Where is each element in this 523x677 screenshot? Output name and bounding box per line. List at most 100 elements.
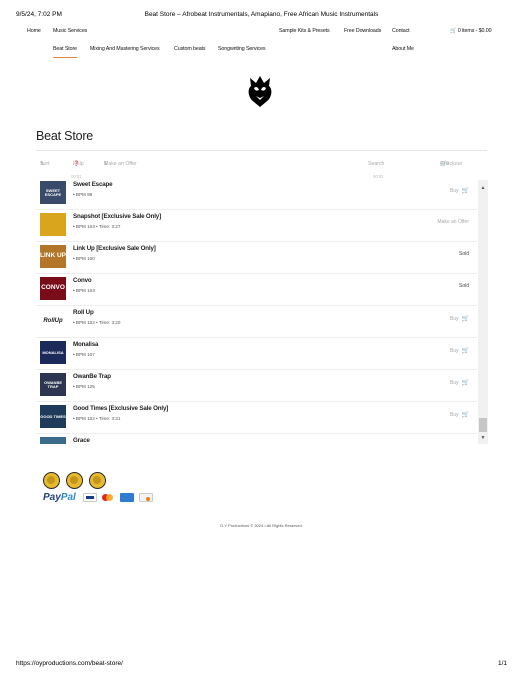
track-title[interactable]: Monalisa bbox=[73, 341, 98, 348]
buy-button[interactable]: Buy 🛒 bbox=[450, 379, 469, 386]
make-offer-label: Make an Offer bbox=[104, 161, 137, 167]
beat-player: ⇅ Sort ❓ Help $ Make an Offer Search 🛒 C… bbox=[36, 158, 488, 444]
visa-card-icon bbox=[83, 493, 97, 502]
track-meta: • BPM 102 • Time: 3:20 bbox=[73, 320, 121, 325]
track-list: SWEET ESCAPE Sweet Escape • BPM 99 Buy 🛒 Snap… bbox=[36, 180, 477, 444]
track-meta: • BPM 102 • Time: 3:31 bbox=[73, 416, 121, 421]
track-title[interactable]: Grace bbox=[73, 437, 90, 444]
nav-cart[interactable]: 🛒 0 items - $0.00 bbox=[450, 28, 492, 34]
track-meta: • BPM 103 bbox=[73, 288, 95, 293]
buy-button[interactable]: Buy 🛒 bbox=[450, 347, 469, 354]
secure-payment-seal-icon bbox=[66, 472, 83, 489]
track-cover-art[interactable]: LINK UP bbox=[40, 245, 66, 268]
mastercard-icon bbox=[101, 493, 115, 502]
payment-badges: PayPal bbox=[43, 472, 173, 506]
footer-copyright: O.Y Productions © 2024 • All Rights Rese… bbox=[220, 523, 303, 528]
track-row[interactable]: SWEET ESCAPE Sweet Escape • BPM 99 Buy 🛒 bbox=[36, 180, 477, 210]
make-offer-button[interactable]: Make an Offer bbox=[437, 219, 469, 225]
security-seal-icon bbox=[43, 472, 60, 489]
scrollbar-thumb[interactable] bbox=[479, 418, 487, 432]
nav-beat-store[interactable]: Beat Store bbox=[53, 46, 77, 58]
nav-music-services[interactable]: Music Services bbox=[53, 28, 87, 34]
track-cover-art[interactable]: RollUp bbox=[40, 309, 66, 332]
track-title[interactable]: Link Up [Exclusive Sale Only] bbox=[73, 245, 156, 252]
logo-mark-icon bbox=[248, 76, 272, 107]
track-row[interactable]: LINK UP Link Up [Exclusive Sale Only] • BP… bbox=[36, 242, 477, 274]
search-input[interactable]: Search bbox=[368, 161, 384, 167]
sub-nav: Beat Store Mixing And Mastering Services… bbox=[27, 46, 496, 60]
buy-button[interactable]: Buy 🛒 bbox=[450, 315, 469, 322]
help-label: Help bbox=[73, 161, 84, 167]
print-page-number: 1/1 bbox=[497, 660, 507, 667]
print-footer: https://oyproductions.com/beat-store/ 1/… bbox=[16, 660, 507, 670]
cart-icon: 🛒 bbox=[461, 316, 469, 322]
cart-icon: 🛒 bbox=[461, 412, 469, 418]
cart-icon: 🛒 bbox=[461, 348, 469, 354]
track-cover-art[interactable]: MONALISA bbox=[40, 341, 66, 364]
track-title[interactable]: Good Times [Exclusive Sale Only] bbox=[73, 405, 168, 412]
nav-about[interactable]: About Me bbox=[392, 46, 414, 52]
cart-icon: 🛒 bbox=[450, 28, 457, 34]
nav-cart-label: 0 items - $0.00 bbox=[457, 28, 492, 34]
sort-label: Sort bbox=[40, 161, 50, 167]
nav-mixing-mastering[interactable]: Mixing And Mastering Services bbox=[90, 46, 160, 52]
track-action-label: Buy bbox=[449, 380, 459, 386]
track-title[interactable]: OwanBe Trap bbox=[73, 373, 111, 380]
track-action-label: Buy bbox=[449, 412, 459, 418]
discover-card-icon bbox=[139, 493, 153, 502]
track-meta: • BPM 100 bbox=[73, 256, 95, 261]
track-action-label: Sold bbox=[458, 283, 469, 289]
sold-label: Sold bbox=[459, 283, 469, 289]
track-list-scrollbar[interactable]: ▲ ▼ bbox=[478, 180, 488, 444]
track-row[interactable]: Snapshot [Exclusive Sale Only] • BPM 103 … bbox=[36, 210, 477, 242]
checkout-label: Checkout bbox=[440, 161, 462, 167]
time-start: 00:01 bbox=[71, 174, 82, 179]
nav-free-downloads[interactable]: Free Downloads bbox=[344, 28, 381, 34]
page-title: Beat Store bbox=[36, 129, 94, 143]
player-toolbar: ⇅ Sort ❓ Help $ Make an Offer Search 🛒 C… bbox=[40, 161, 488, 171]
amex-card-icon bbox=[120, 493, 134, 502]
cart-icon: 🛒 bbox=[461, 380, 469, 386]
track-title[interactable]: Roll Up bbox=[73, 309, 94, 316]
track-meta: • BPM 125 bbox=[73, 384, 95, 389]
track-row[interactable]: GOOD TIMES Good Times [Exclusive Sale Onl… bbox=[36, 402, 477, 434]
track-action-label: Make an Offer bbox=[437, 219, 469, 225]
buy-button[interactable]: Buy 🛒 bbox=[450, 411, 469, 418]
track-cover-art[interactable] bbox=[40, 213, 66, 236]
track-cover-art[interactable]: OWANBE TRAP bbox=[40, 373, 66, 396]
scroll-down-icon[interactable]: ▼ bbox=[478, 434, 488, 442]
print-page-title: Beat Store – Afrobeat Instrumentals, Ama… bbox=[144, 11, 379, 18]
track-row[interactable]: MONALISA Monalisa • BPM 107 Buy 🛒 bbox=[36, 338, 477, 370]
track-cover-art[interactable]: GRACE bbox=[40, 437, 66, 444]
track-meta: • BPM 103 • Time: 3:27 bbox=[73, 224, 121, 229]
track-title[interactable]: Snapshot [Exclusive Sale Only] bbox=[73, 213, 161, 220]
site-logo[interactable] bbox=[246, 74, 274, 108]
checkout-count: 0 bbox=[446, 161, 449, 167]
track-row[interactable]: GRACE Grace bbox=[36, 434, 477, 444]
track-row[interactable]: OWANBE TRAP OwanBe Trap • BPM 125 Buy 🛒 bbox=[36, 370, 477, 402]
track-cover-art[interactable]: SWEET ESCAPE bbox=[40, 181, 66, 204]
track-cover-art[interactable]: GOOD TIMES bbox=[40, 405, 66, 428]
paypal-pal: Pal bbox=[60, 492, 76, 503]
sold-label: Sold bbox=[459, 251, 469, 257]
nav-songwriting[interactable]: Songwriting Services bbox=[218, 46, 266, 52]
track-action-label: Buy bbox=[449, 188, 459, 194]
guarantee-seal-icon bbox=[89, 472, 106, 489]
nav-custom-beats[interactable]: Custom beats bbox=[174, 46, 206, 52]
track-row[interactable]: CONVO Convo • BPM 103 Sold bbox=[36, 274, 477, 306]
print-url: https://oyproductions.com/beat-store/ bbox=[16, 660, 123, 667]
buy-button[interactable]: Buy 🛒 bbox=[450, 187, 469, 194]
track-cover-art[interactable]: CONVO bbox=[40, 277, 66, 300]
title-divider bbox=[36, 150, 487, 151]
track-meta: • BPM 107 bbox=[73, 352, 95, 357]
nav-contact[interactable]: Contact bbox=[392, 28, 410, 34]
track-row[interactable]: RollUp Roll Up • BPM 102 • Time: 3:20 Buy 🛒 bbox=[36, 306, 477, 338]
scroll-up-icon[interactable]: ▲ bbox=[478, 184, 488, 192]
track-title[interactable]: Convo bbox=[73, 277, 92, 284]
nav-home[interactable]: Home bbox=[27, 28, 41, 34]
time-end: 00:01 bbox=[373, 174, 384, 179]
track-title[interactable]: Sweet Escape bbox=[73, 181, 113, 188]
paypal-pay: Pay bbox=[43, 492, 61, 503]
nav-sample-kits[interactable]: Sample Kits & Presets bbox=[279, 28, 330, 34]
paypal-logo: PayPal bbox=[43, 492, 76, 503]
